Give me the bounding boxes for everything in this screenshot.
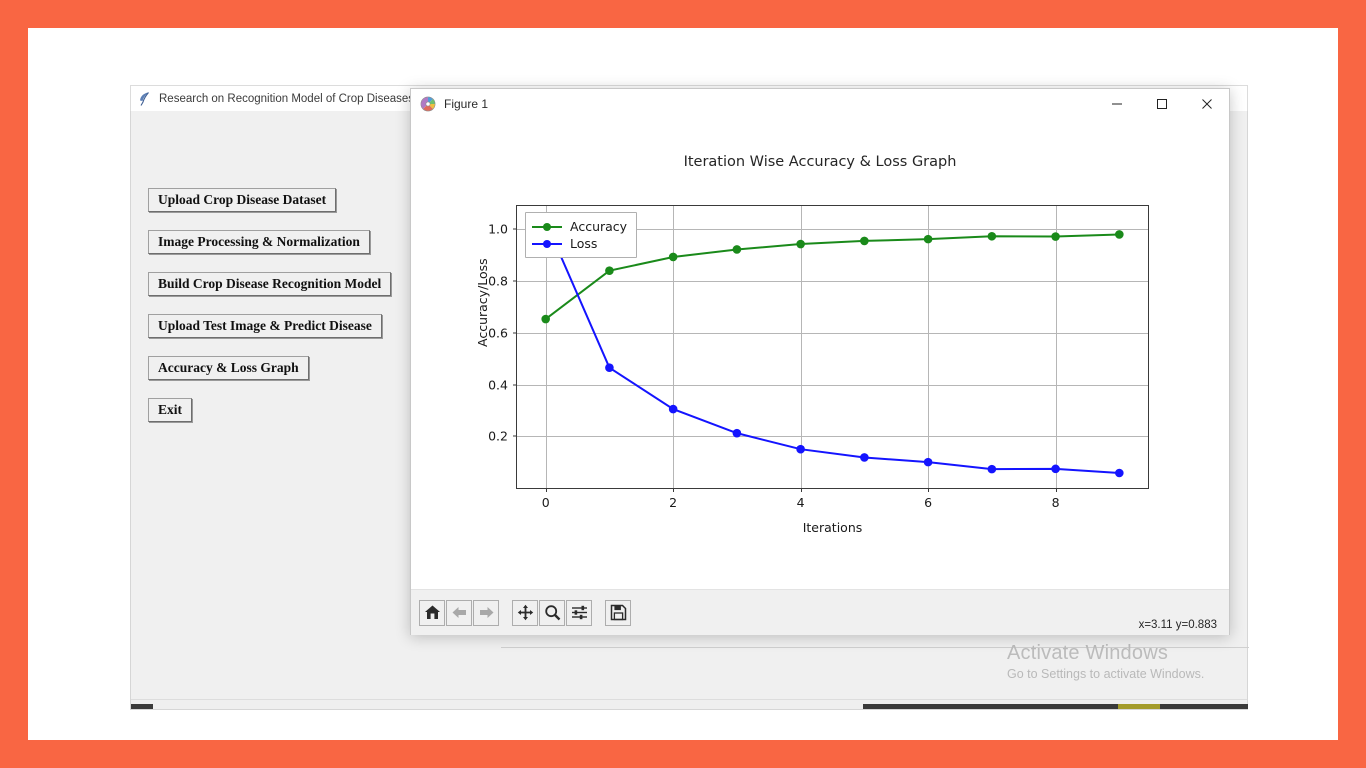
series-line-loss [544,221,1120,474]
figure-canvas: Iteration Wise Accuracy & Loss Graph Acc… [411,120,1229,589]
save-floppy-icon [610,604,626,621]
ytick-label: 0.8 [488,273,508,289]
data-point-loss [732,428,742,438]
maximize-button[interactable] [1139,89,1184,119]
xtick-mark [673,488,675,492]
data-point-loss [860,453,869,462]
taskbar-chunk-accent [1118,704,1160,709]
chart-xlabel: Iterations [802,520,863,535]
subplot-configure-icon [571,605,587,620]
ytick-label: 0.4 [488,377,508,392]
data-point-accuracy [605,266,614,275]
app-separator [501,647,1249,648]
xtick-label: 6 [924,495,933,510]
minimize-icon [1111,103,1122,105]
pan-move-icon [517,604,533,621]
save-button[interactable] [605,599,631,626]
app-button-panel: Upload Crop Disease Dataset Image Proces… [148,188,392,440]
data-point-accuracy [1115,230,1124,239]
legend-item-accuracy: Accuracy [532,218,627,235]
forward-button[interactable] [473,599,499,626]
data-point-loss [1051,464,1060,474]
back-button[interactable] [446,599,472,626]
figure-titlebar[interactable]: Figure 1 [411,89,1229,120]
close-icon [1201,99,1212,109]
figure-window: Figure 1 Iteration Wise Accuracy & Loss … [410,88,1230,635]
ytick-label: 0.2 [488,428,508,444]
xtick-label: 0 [541,495,550,510]
feather-icon [137,91,151,107]
data-point-accuracy [987,231,997,241]
taskbar-chunk-left [131,704,153,709]
ytick-label: 1.0 [488,221,508,237]
matplotlib-icon [420,96,436,112]
data-point-accuracy [732,245,742,254]
data-point-accuracy [1051,232,1060,241]
taskbar-chunk-far-right [1160,704,1248,709]
xtick-mark [545,488,547,492]
data-point-loss [605,363,614,372]
data-point-loss [987,464,997,474]
maximize-icon [1156,99,1167,109]
ytick-label: 0.6 [488,325,508,341]
xtick-mark [928,488,930,492]
legend-label-loss: Loss [570,236,598,251]
minimize-button[interactable] [1094,89,1139,119]
data-point-loss [668,404,678,414]
data-point-loss [923,457,933,467]
accuracy-loss-graph-button[interactable]: Accuracy & Loss Graph [148,356,309,380]
zoom-button[interactable] [539,599,565,626]
pan-button[interactable] [512,599,538,626]
data-point-accuracy [541,314,550,324]
home-icon [424,605,440,619]
xtick-label: 4 [796,495,805,510]
chart-title: Iteration Wise Accuracy & Loss Graph [683,154,957,170]
upload-crop-disease-dataset-button[interactable]: Upload Crop Disease Dataset [148,188,337,212]
data-point-accuracy [796,239,805,249]
chart-axes: Accuracy Loss 0.2 0.4 0.6 0.8 1.0 0 2 4 6 8 [488,205,1149,510]
data-point-accuracy [860,236,869,246]
data-point-accuracy [923,234,933,244]
image-processing-normalization-button[interactable]: Image Processing & Normalization [148,230,370,254]
legend-swatch-loss [532,238,562,250]
back-arrow-icon [452,607,466,618]
xtick-mark [800,488,802,492]
window-controls [1094,89,1229,119]
figure-toolbar: x=3.11 y=0.883 [411,589,1229,635]
xtick-label: 8 [1051,495,1060,510]
data-point-accuracy [668,252,678,262]
xtick-label: 2 [669,495,678,510]
taskbar-chunk-right [863,704,1118,709]
exit-button[interactable]: Exit [148,398,193,422]
configure-subplots-button[interactable] [566,599,592,626]
xtick-mark [1055,488,1057,492]
chart-legend: Accuracy Loss [525,212,638,258]
build-crop-disease-recognition-model-button[interactable]: Build Crop Disease Recognition Model [148,272,392,296]
legend-label-accuracy: Accuracy [570,219,628,234]
coordinate-readout: x=3.11 y=0.883 [1138,619,1217,631]
data-point-loss [1115,468,1124,478]
close-button[interactable] [1184,89,1229,119]
upload-test-image-predict-disease-button[interactable]: Upload Test Image & Predict Disease [148,314,382,338]
data-point-loss [796,444,805,454]
forward-arrow-icon [479,607,493,618]
figure-title: Figure 1 [444,97,489,111]
legend-swatch-accuracy [532,221,562,233]
magnifier-zoom-icon [544,605,560,621]
home-button[interactable] [419,599,445,626]
screenshot-root: Research on Upload Crop Disease Dataset … [0,0,1366,768]
legend-item-loss: Loss [532,235,627,252]
